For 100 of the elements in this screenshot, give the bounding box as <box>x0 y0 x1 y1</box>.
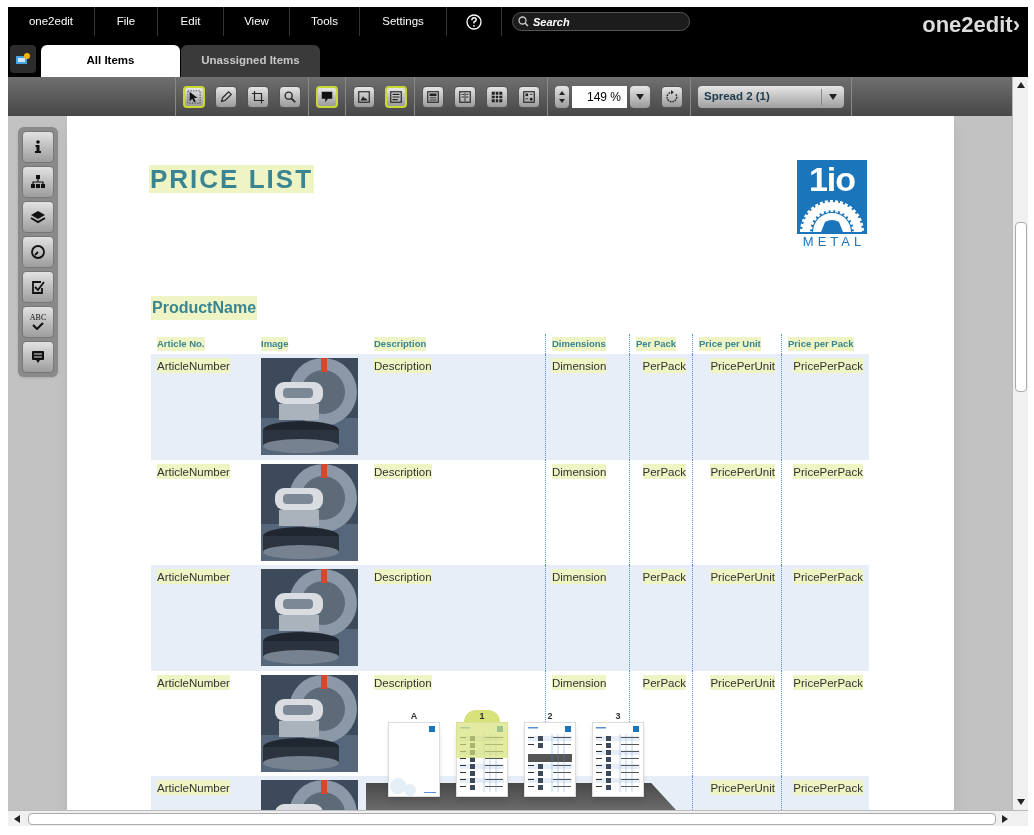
side-tool-button[interactable] <box>22 201 54 233</box>
refresh-button[interactable] <box>661 85 683 108</box>
table-cell: Description <box>374 358 432 373</box>
zoom-field[interactable]: 149 % <box>572 85 627 108</box>
caret-icon <box>635 92 645 101</box>
text-frame-icon <box>389 89 403 104</box>
page-label[interactable]: 3 <box>600 710 636 722</box>
table-cell: PerPack <box>642 463 686 479</box>
table-cell: PricePerPack <box>793 780 863 795</box>
table-cell: PricePerUnit <box>710 780 775 795</box>
scroll-down-icon[interactable] <box>1015 797 1026 807</box>
table-cell: PricePerPack <box>793 463 863 479</box>
table-cell: ArticleNumber <box>157 358 230 373</box>
page-thumbnail-drawing[interactable] <box>592 722 644 797</box>
panel-toggle-button[interactable] <box>10 45 36 73</box>
search-field[interactable]: Search <box>512 12 690 31</box>
gear-icon <box>799 198 865 232</box>
caret-icon <box>828 92 838 101</box>
scroll-thumb[interactable] <box>1014 222 1027 392</box>
document-title: PRICE LIST <box>149 165 314 193</box>
table-cell: ArticleNumber <box>157 674 230 690</box>
table-cell: ArticleNumber <box>157 569 230 584</box>
tool-button[interactable] <box>247 85 269 108</box>
clock-icon <box>30 244 46 260</box>
table-cell: PerPack <box>642 569 686 584</box>
comment-icon <box>320 89 334 104</box>
table-cell: ArticleNumber <box>157 463 230 479</box>
refresh-icon <box>665 89 679 104</box>
vertical-scrollbar[interactable] <box>1012 77 1028 810</box>
column-header: Price per Pack <box>788 336 854 352</box>
crop-icon <box>251 89 265 104</box>
select-icon <box>187 89 201 104</box>
spellcheck-label: ABC <box>29 314 47 322</box>
table-cell: PricePerPack <box>793 358 863 373</box>
table-cell: Description <box>374 674 432 690</box>
column-header: Price per Unit <box>699 336 761 352</box>
table-cell: PricePerUnit <box>710 358 775 373</box>
table-cell: PricePerUnit <box>710 674 775 690</box>
tool-button[interactable] <box>215 85 237 108</box>
check-icon <box>32 322 44 330</box>
column-header: Article No. <box>157 336 205 352</box>
table-cell: ArticleNumber <box>157 780 230 795</box>
column-header: Description <box>374 336 427 352</box>
spread-dropdown[interactable]: Spread 2 (1) <box>698 85 844 108</box>
page-label[interactable]: 2 <box>532 710 568 722</box>
table-cell: Dimension <box>552 674 607 690</box>
column-header: Dimensions <box>552 336 606 352</box>
page-layout-icon <box>426 89 440 104</box>
scroll-thumb[interactable] <box>28 812 996 825</box>
pencil-icon <box>219 89 233 104</box>
table-cell: PerPack <box>642 674 686 690</box>
logo-mark: 1io <box>808 160 856 198</box>
logo-caption: METAL <box>801 234 866 250</box>
table-cell: Dimension <box>552 463 607 479</box>
tool-button[interactable] <box>486 85 508 108</box>
side-tool-button[interactable] <box>22 166 54 198</box>
table-cell: Description <box>374 569 432 584</box>
table-cell: PerPack <box>642 358 686 373</box>
table-cell: Description <box>374 463 432 479</box>
search-icon <box>283 89 297 104</box>
layers-icon <box>30 209 46 225</box>
page-thumbnail-drawing[interactable] <box>456 722 508 797</box>
table-cell: Dimension <box>552 358 607 373</box>
columns-icon <box>458 89 472 104</box>
page-thumbnail-drawing[interactable] <box>524 722 576 797</box>
comment-icon <box>30 349 46 365</box>
column-header: Per Pack <box>636 336 677 352</box>
side-tool-button[interactable] <box>22 271 54 303</box>
zoom-stepper[interactable] <box>555 85 569 108</box>
tool-button[interactable] <box>422 85 444 108</box>
table-cell: PricePerPack <box>793 569 863 584</box>
product-name: ProductName <box>151 296 258 320</box>
scroll-left-icon[interactable] <box>12 813 22 824</box>
horizontal-scrollbar[interactable] <box>8 810 1028 826</box>
page-thumbnail-drawing[interactable] <box>388 722 440 797</box>
image-frame-icon <box>357 89 371 104</box>
table-cell: PricePerPack <box>793 674 863 690</box>
tool-button[interactable] <box>454 85 476 108</box>
tool-button[interactable] <box>353 85 375 108</box>
side-tool-button[interactable] <box>22 131 54 163</box>
table-cell: PricePerUnit <box>710 463 775 479</box>
tool-button[interactable] <box>279 85 301 108</box>
scroll-right-icon[interactable] <box>1000 813 1010 824</box>
help-icon[interactable] <box>466 13 482 30</box>
frames-icon <box>522 89 536 104</box>
page-label[interactable]: A <box>396 710 432 722</box>
side-tool-button[interactable]: ABC <box>22 306 54 338</box>
column-header: Image <box>261 336 289 352</box>
zoom-dropdown-button[interactable] <box>630 85 650 108</box>
brand-logo: one2edit› <box>922 11 1021 39</box>
scroll-up-icon[interactable] <box>1015 80 1026 90</box>
checkbox-icon <box>30 279 46 295</box>
grid-icon <box>490 89 504 104</box>
side-tool-button[interactable] <box>22 236 54 268</box>
tool-button[interactable] <box>518 85 540 108</box>
hierarchy-icon <box>30 174 46 190</box>
side-tool-button[interactable] <box>22 341 54 373</box>
tab[interactable]: Unassigned Items <box>181 45 320 77</box>
table-cell: PricePerUnit <box>710 569 775 584</box>
tab[interactable]: All Items <box>41 45 180 77</box>
